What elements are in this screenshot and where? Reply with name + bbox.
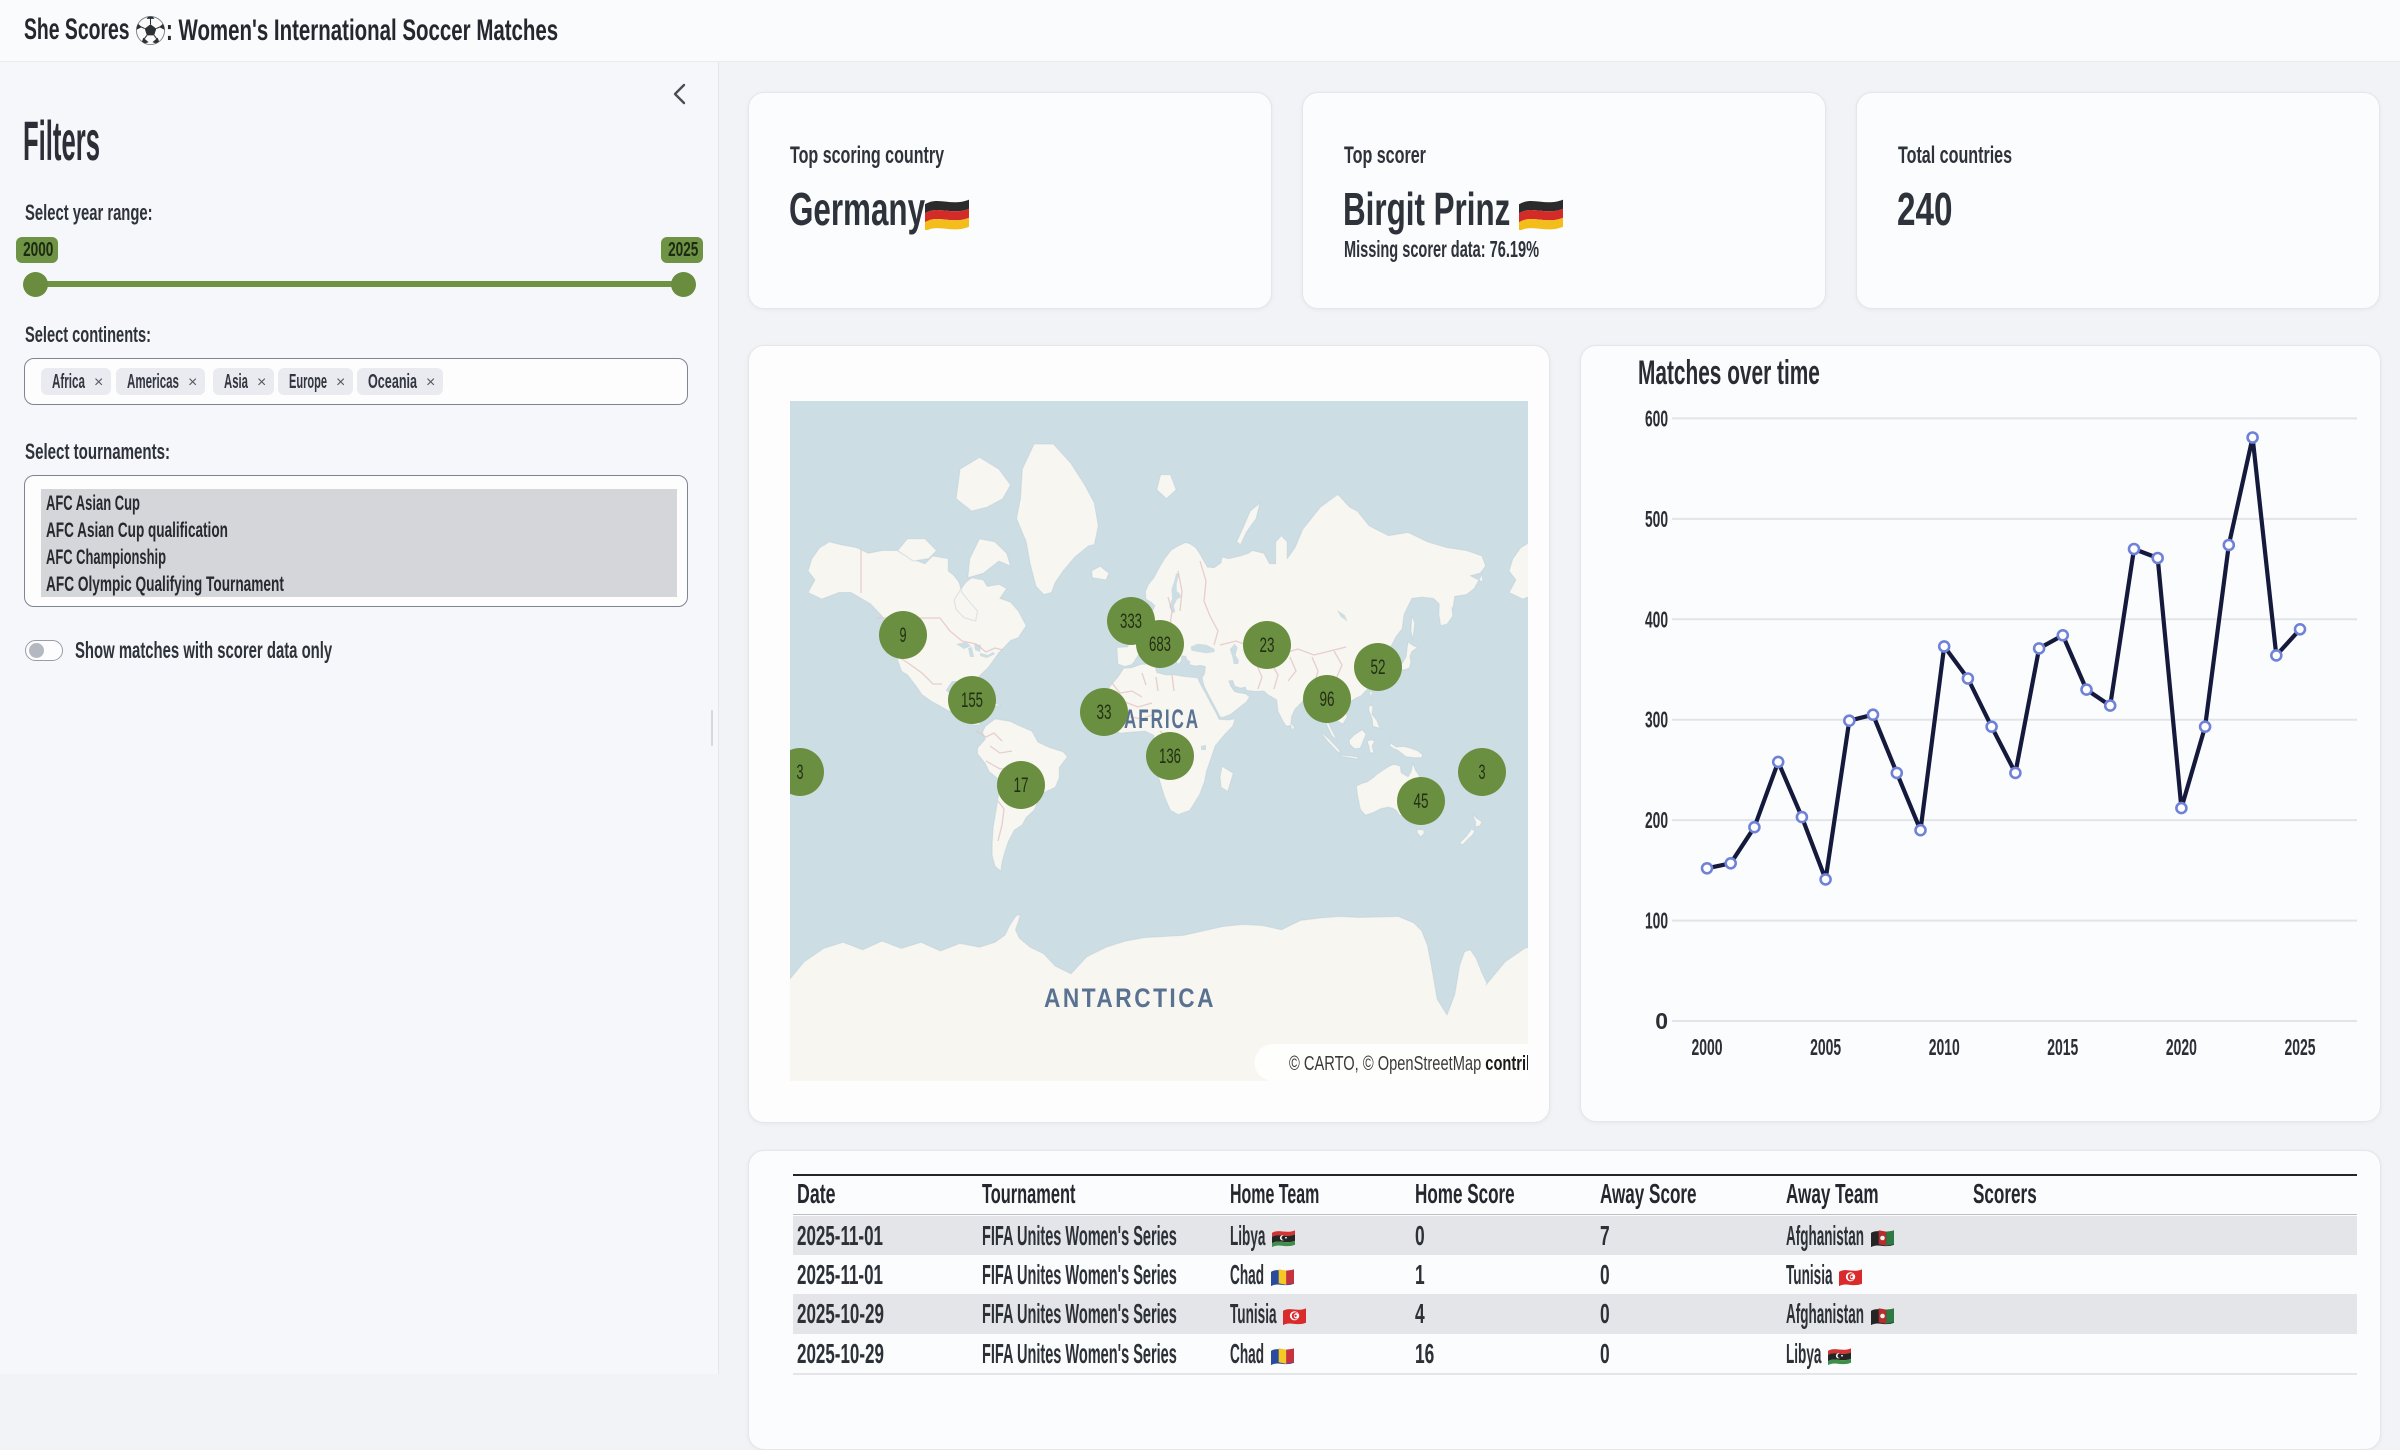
svg-text:2015: 2015 — [2047, 1034, 2078, 1060]
svg-text:100: 100 — [1645, 908, 1668, 934]
svg-text:2000: 2000 — [1692, 1034, 1723, 1060]
svg-text:45: 45 — [1414, 790, 1429, 813]
svg-text:33: 33 — [1097, 701, 1112, 724]
svg-text:3: 3 — [1479, 761, 1486, 784]
svg-text:AFRICA: AFRICA — [1124, 704, 1200, 734]
svg-text:500: 500 — [1645, 506, 1668, 532]
svg-text:600: 600 — [1645, 405, 1668, 431]
svg-text:52: 52 — [1371, 656, 1386, 679]
svg-text:96: 96 — [1320, 688, 1335, 711]
svg-text:9: 9 — [900, 624, 907, 647]
svg-text:300: 300 — [1645, 707, 1668, 733]
svg-text:683: 683 — [1149, 633, 1171, 656]
svg-text:2010: 2010 — [1929, 1034, 1960, 1060]
svg-text:333: 333 — [1120, 610, 1142, 633]
svg-text:3: 3 — [797, 761, 804, 784]
svg-text:2020: 2020 — [2166, 1034, 2197, 1060]
svg-text:0: 0 — [1655, 1008, 1668, 1034]
svg-text:2025: 2025 — [2285, 1034, 2316, 1060]
svg-text:2005: 2005 — [1810, 1034, 1841, 1060]
svg-text:200: 200 — [1645, 807, 1668, 833]
svg-text:155: 155 — [961, 689, 983, 712]
svg-text:23: 23 — [1260, 634, 1275, 657]
svg-text:400: 400 — [1645, 606, 1668, 632]
svg-text:ANTARCTICA: ANTARCTICA — [1044, 983, 1216, 1013]
svg-text:17: 17 — [1014, 774, 1029, 797]
svg-text:136: 136 — [1159, 745, 1181, 768]
svg-text:© CARTO, © OpenStreetMap contr: © CARTO, © OpenStreetMap contrib — [1289, 1053, 1528, 1075]
